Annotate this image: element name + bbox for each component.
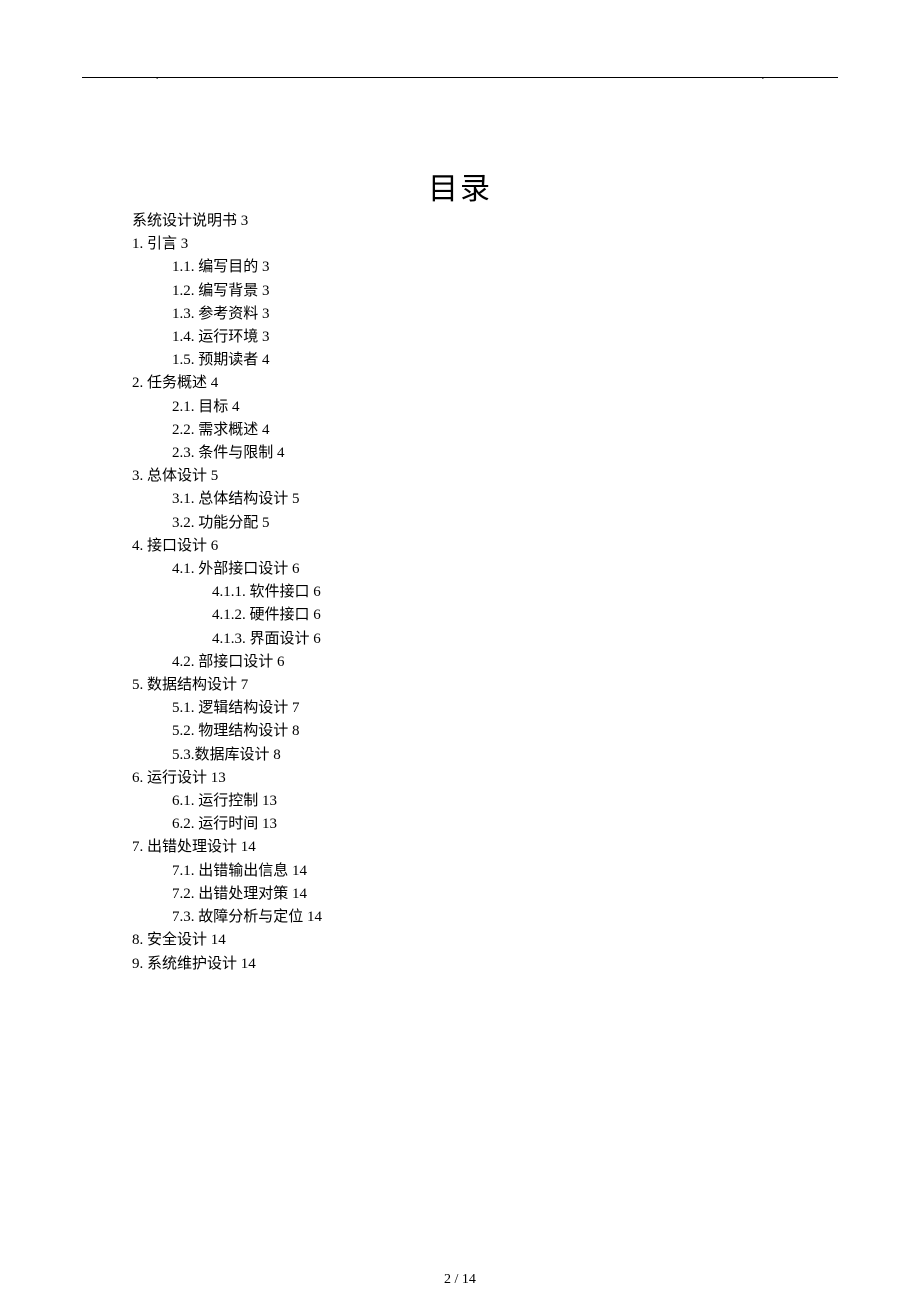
- header-line: [82, 77, 838, 78]
- toc-entry: 1.1. 编写目的 3: [132, 256, 322, 279]
- toc-entry: 5.3.数据库设计 8: [132, 744, 322, 767]
- toc-entry: 2.2. 需求概述 4: [132, 419, 322, 442]
- toc-entry: 7.1. 出错输出信息 14: [132, 860, 322, 883]
- toc-entry: 4.2. 部接口设计 6: [132, 651, 322, 674]
- header-dot-right: .: [762, 71, 764, 81]
- toc-entry: 4.1.2. 硬件接口 6: [132, 604, 322, 627]
- toc-entry: 6.2. 运行时间 13: [132, 813, 322, 836]
- toc-entry: 5.2. 物理结构设计 8: [132, 720, 322, 743]
- toc-entry: 2.3. 条件与限制 4: [132, 442, 322, 465]
- toc-entry: 1.5. 预期读者 4: [132, 349, 322, 372]
- toc-entry: 6.1. 运行控制 13: [132, 790, 322, 813]
- page-container: . . 目录 系统设计说明书 31. 引言 31.1. 编写目的 31.2. 编…: [0, 0, 920, 1302]
- toc-list: 系统设计说明书 31. 引言 31.1. 编写目的 31.2. 编写背景 31.…: [132, 210, 322, 976]
- toc-entry: 3.2. 功能分配 5: [132, 512, 322, 535]
- toc-entry: 7. 出错处理设计 14: [132, 836, 322, 859]
- page-number: 2 / 14: [0, 1272, 920, 1288]
- toc-entry: 9. 系统维护设计 14: [132, 953, 322, 976]
- toc-entry: 6. 运行设计 13: [132, 767, 322, 790]
- toc-entry: 5. 数据结构设计 7: [132, 674, 322, 697]
- toc-entry: 4.1. 外部接口设计 6: [132, 558, 322, 581]
- toc-entry: 4.1.1. 软件接口 6: [132, 581, 322, 604]
- toc-entry: 7.3. 故障分析与定位 14: [132, 906, 322, 929]
- toc-entry: 1.4. 运行环境 3: [132, 326, 322, 349]
- toc-entry: 3. 总体设计 5: [132, 465, 322, 488]
- toc-entry: 3.1. 总体结构设计 5: [132, 488, 322, 511]
- toc-entry: 系统设计说明书 3: [132, 210, 322, 233]
- toc-entry: 1. 引言 3: [132, 233, 322, 256]
- toc-entry: 2.1. 目标 4: [132, 396, 322, 419]
- toc-entry: 4. 接口设计 6: [132, 535, 322, 558]
- toc-entry: 1.3. 参考资料 3: [132, 303, 322, 326]
- toc-entry: 8. 安全设计 14: [132, 929, 322, 952]
- toc-entry: 7.2. 出错处理对策 14: [132, 883, 322, 906]
- toc-entry: 1.2. 编写背景 3: [132, 280, 322, 303]
- toc-entry: 4.1.3. 界面设计 6: [132, 628, 322, 651]
- page-title: 目录: [0, 164, 920, 208]
- toc-entry: 5.1. 逻辑结构设计 7: [132, 697, 322, 720]
- header-dot-left: .: [156, 71, 158, 81]
- toc-entry: 2. 任务概述 4: [132, 372, 322, 395]
